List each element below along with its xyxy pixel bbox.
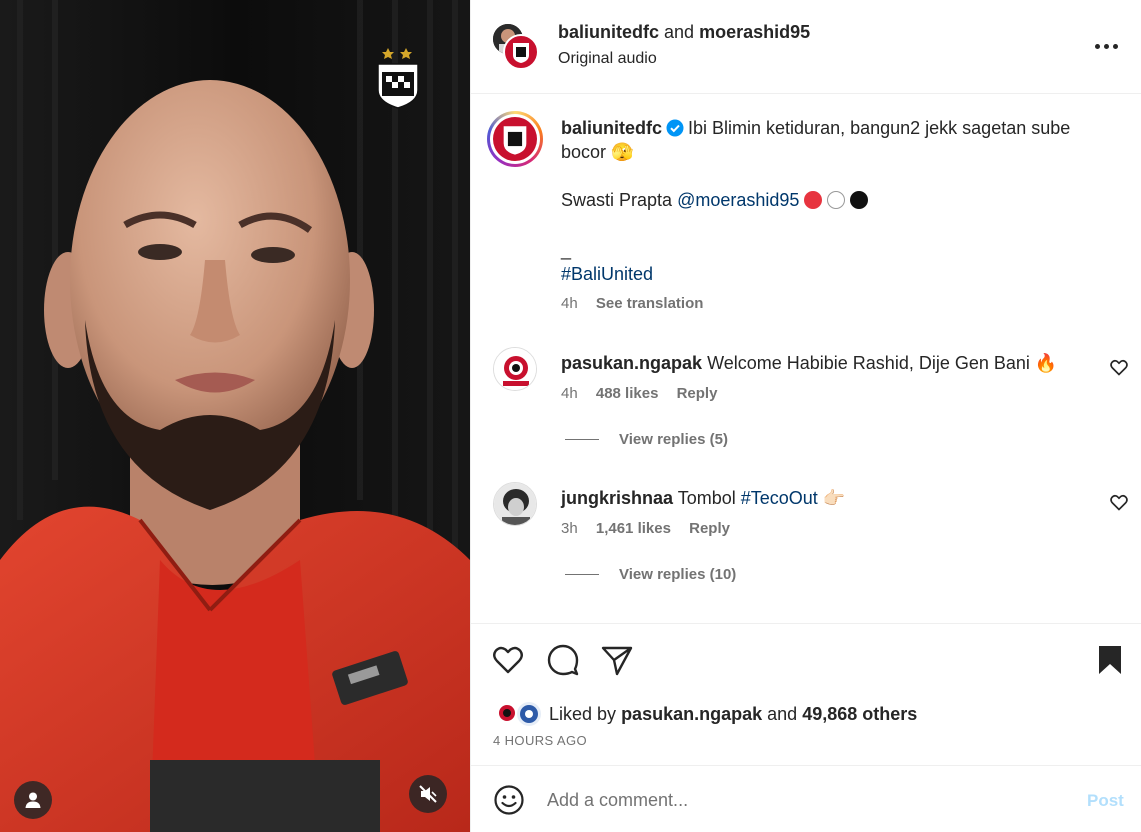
caption-emoji: 🫣 [611,142,634,162]
avatar-pasukan-ngapak[interactable] [493,347,537,391]
tagged-users-button[interactable] [14,781,52,819]
caption-avatar-baliunitedfc[interactable] [487,111,543,167]
comment-like-heart-icon[interactable] [1109,492,1129,512]
comment-likes-count[interactable]: 488 likes [596,385,659,402]
bali-united-logo-icon [513,43,529,63]
collab-avatars[interactable] [491,22,541,72]
caption-time: 4h [561,295,578,312]
mute-icon [419,785,437,803]
bookmark-icon[interactable] [1093,643,1127,677]
comment-time: 4h [561,385,578,402]
see-translation-button[interactable]: See translation [596,295,704,312]
liked-by-avatars [493,700,545,728]
verified-icon [666,119,684,137]
comment-body: Tombol [677,488,736,508]
comment-time: 3h [561,520,578,537]
liked-by-joiner: and [767,703,798,724]
post-timestamp[interactable]: 4 HOURS AGO [493,733,587,748]
view-replies-label: View replies (10) [619,566,737,583]
post-details-panel: baliunitedfc and moerashid95 Original au… [470,0,1141,832]
emoji-icon[interactable] [493,784,525,816]
caption-username[interactable]: baliunitedfc [561,118,662,138]
hashtag-baliunited[interactable]: #BaliUnited [561,262,1101,286]
post-media-video[interactable] [0,0,470,832]
comment-reply-button[interactable]: Reply [689,520,730,537]
author-link-moerashid95[interactable]: moerashid95 [699,22,810,42]
liked-by-others[interactable]: 49,868 others [802,704,917,725]
post-comment-button[interactable]: Post [1087,791,1124,811]
share-icon[interactable] [600,643,634,677]
comment-icon[interactable] [546,643,580,677]
more-icon [1103,43,1109,49]
caption-meta: 4h See translation [561,295,703,312]
caption-line2-prefix: Swasti Prapta [561,190,673,210]
comment-username[interactable]: jungkrishnaa [561,488,673,508]
hashtag-tecoout[interactable]: #TecoOut [741,488,818,508]
replies-divider [565,574,599,575]
view-replies-label: View replies (5) [619,431,728,448]
avatar-jungkrishnaa[interactable] [493,482,537,526]
white-circle-emoji [827,191,846,209]
more-icon [1094,43,1100,49]
comment-username[interactable]: pasukan.ngapak [561,353,702,373]
comment-text: jungkrishnaa Tombol #TecoOut 👉🏻 [561,488,1081,509]
replies-divider [565,439,599,440]
liked-by-summary[interactable]: Liked by pasukan.ngapak and 49,868 other… [493,700,917,728]
black-circle-emoji [850,191,869,209]
comment-meta: 3h 1,461 likes Reply [561,520,730,537]
post-header: baliunitedfc and moerashid95 Original au… [471,0,1141,94]
red-circle-emoji [804,191,823,209]
author-joiner: and [664,22,695,42]
comment-input[interactable] [547,784,1067,816]
add-comment-bar: Post [471,765,1141,832]
caption-line2: Swasti Prapta @moerashid95 [561,188,1101,212]
comment-likes-count[interactable]: 1,461 likes [596,520,671,537]
caption-dash: _ [561,240,572,260]
author-link-baliunitedfc[interactable]: baliunitedfc [558,22,659,42]
comment-emoji: 🔥 [1034,353,1058,373]
more-icon [1112,43,1118,49]
avatar [515,700,543,728]
liked-by-prefix: Liked by [549,703,617,724]
mention-moerashid95[interactable]: @moerashid95 [677,190,799,210]
comment-text: pasukan.ngapak Welcome Habibie Rashid, D… [561,353,1081,374]
more-options-button[interactable] [1091,36,1121,56]
avatar-baliunitedfc[interactable] [503,34,539,70]
tagged-user-icon [25,792,41,808]
post-authors: baliunitedfc and moerashid95 [558,22,810,43]
avatar-photo [494,348,536,390]
comment-body: Welcome Habibie Rashid, Dije Gen Bani [707,353,1030,373]
avatar-photo [494,483,536,525]
mute-toggle-button[interactable] [409,775,447,813]
bali-united-logo-icon [503,126,527,155]
comment-like-heart-icon[interactable] [1109,357,1129,377]
bali-united-logo [377,48,419,109]
caption-text: baliunitedfc Ibi Blimin ketiduran, bangun… [561,116,1101,286]
view-replies-button[interactable]: View replies (10) [565,566,736,583]
liked-by-user[interactable]: pasukan.ngapak [621,704,762,725]
comment-emoji: 👉🏻 [822,488,846,508]
post-actions: Liked by pasukan.ngapak and 49,868 other… [471,623,1141,763]
view-replies-button[interactable]: View replies (5) [565,431,728,448]
comment-reply-button[interactable]: Reply [677,385,718,402]
like-heart-icon[interactable] [491,643,525,677]
comment-meta: 4h 488 likes Reply [561,385,717,402]
original-audio-link[interactable]: Original audio [558,50,657,68]
video-frame [0,0,470,832]
